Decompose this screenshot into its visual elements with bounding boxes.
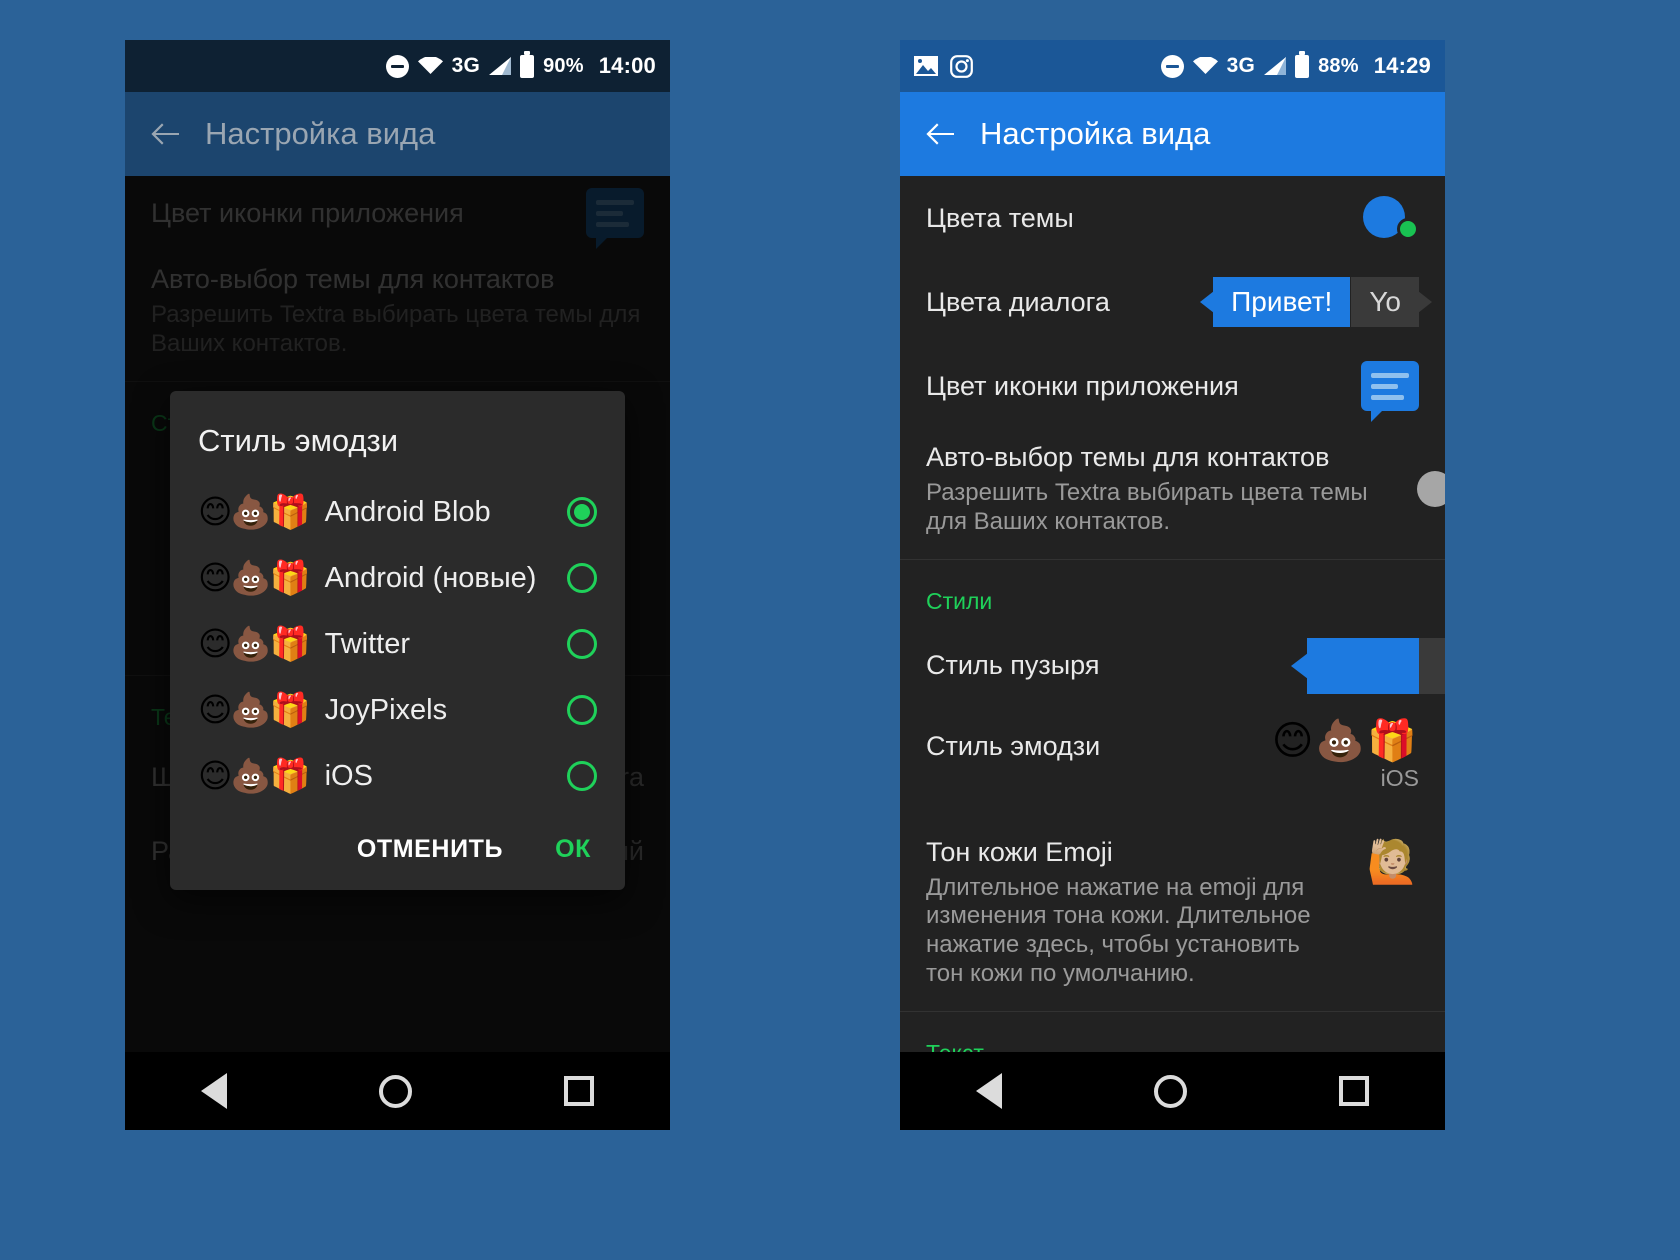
photo-icon — [914, 56, 938, 76]
page-title: Настройка вида — [980, 116, 1211, 151]
settings-list[interactable]: Цвет иконки приложения Авто-выбор темы д… — [125, 176, 670, 1052]
row-label: Цвета диалога — [926, 286, 1110, 317]
nav-back-icon[interactable] — [201, 1073, 227, 1109]
row-subtitle: Разрешить Textra выбирать цвета темы для… — [926, 479, 1368, 535]
dialog-option-android-new[interactable]: 😊💩🎁 Android (новые) — [170, 545, 625, 611]
settings-list[interactable]: Цвета темы Цвета диалога Привет! Yo Цвет… — [900, 176, 1445, 1052]
instagram-icon — [950, 54, 973, 78]
skin-tone-emoji[interactable]: 🙋🏼 — [1367, 838, 1419, 885]
divider — [900, 1010, 1445, 1012]
radio-button-selected[interactable] — [567, 497, 597, 527]
bubble-style-outgoing — [1419, 637, 1445, 694]
network-type-label: 3G — [451, 54, 481, 77]
option-label: Android Blob — [324, 495, 491, 528]
emoji-style-value: iOS — [1380, 764, 1419, 791]
radio-button[interactable] — [567, 695, 597, 725]
battery-icon — [1295, 50, 1310, 78]
row-label: Цвета темы — [926, 202, 1074, 233]
theme-color-dots[interactable] — [1363, 196, 1419, 240]
section-header-text: Текст — [900, 1018, 1445, 1052]
emoji-style-preview[interactable]: 😊💩🎁 — [1272, 721, 1419, 761]
battery-percent: 88% — [1318, 54, 1359, 77]
nav-recents-icon[interactable] — [1339, 1076, 1369, 1106]
row-label: Авто-выбор темы для контактов — [926, 442, 1330, 472]
navigation-bar — [125, 1052, 670, 1130]
app-icon-preview[interactable] — [1361, 361, 1419, 422]
outgoing-bubble: Yo — [1351, 277, 1419, 327]
back-arrow-icon[interactable] — [924, 122, 954, 146]
bubble-style-preview[interactable] — [1307, 637, 1445, 694]
back-arrow-icon[interactable] — [149, 122, 179, 146]
emoji-style-dialog: Стиль эмодзи 😊💩🎁 Android Blob 😊💩🎁 Androi… — [170, 391, 625, 890]
app-bar: Настройка вида — [900, 92, 1445, 176]
wifi-icon — [417, 56, 443, 75]
wifi-icon — [1192, 56, 1218, 75]
row-emoji-style[interactable]: Стиль эмодзи 😊💩🎁 iOS — [900, 707, 1445, 815]
cancel-button[interactable]: ОТМЕНИТЬ — [357, 835, 503, 864]
dialog-actions: ОТМЕНИТЬ ОК — [170, 809, 625, 884]
row-dialog-colors[interactable]: Цвета диалога Привет! Yo — [900, 260, 1445, 344]
dialog-option-twitter[interactable]: 😊💩🎁 Twitter — [170, 611, 625, 677]
dialog-option-android-blob[interactable]: 😊💩🎁 Android Blob — [170, 479, 625, 545]
dialog-option-joypixels[interactable]: 😊💩🎁 JoyPixels — [170, 677, 625, 743]
section-header-styles: Стили — [926, 587, 993, 614]
emoji-preview: 😊💩🎁 — [198, 625, 311, 662]
radio-button[interactable] — [567, 761, 597, 791]
signal-icon — [1264, 57, 1287, 75]
clock: 14:29 — [1373, 53, 1431, 78]
row-subtitle: Длительное нажатие на emoji для изменени… — [926, 873, 1311, 987]
battery-icon — [520, 50, 535, 78]
clock: 14:00 — [598, 53, 656, 78]
page-title: Настройка вида — [205, 116, 436, 151]
dialog-option-ios[interactable]: 😊💩🎁 iOS — [170, 743, 625, 809]
row-bubble-style[interactable]: Стиль пузыря — [900, 625, 1445, 707]
incoming-bubble: Привет! — [1213, 277, 1351, 327]
network-type-label: 3G — [1226, 54, 1256, 77]
battery-percent: 90% — [543, 54, 584, 77]
row-label: Тон кожи Emoji — [926, 836, 1113, 867]
signal-icon — [489, 57, 512, 75]
status-bar: 3G 90% 14:00 — [125, 40, 670, 92]
status-bar: 3G 88% 14:29 — [900, 40, 1445, 92]
row-theme-colors[interactable]: Цвета темы — [900, 176, 1445, 260]
emoji-preview: 😊💩🎁 — [198, 757, 311, 794]
row-label: Стиль пузыря — [926, 650, 1100, 681]
option-label: JoyPixels — [324, 693, 448, 726]
option-label: iOS — [324, 759, 373, 792]
navigation-bar — [900, 1052, 1445, 1130]
nav-home-icon[interactable] — [379, 1074, 412, 1108]
radio-button[interactable] — [567, 563, 597, 593]
option-label: Twitter — [324, 627, 410, 660]
row-label: Цвет иконки приложения — [926, 370, 1239, 401]
row-skin-tone[interactable]: Тон кожи Emoji Длительное нажатие на emo… — [900, 815, 1445, 1005]
accent-color-dot — [1397, 218, 1419, 240]
nav-recents-icon[interactable] — [564, 1076, 594, 1106]
emoji-preview: 😊💩🎁 — [198, 691, 311, 728]
option-label: Android (новые) — [324, 561, 537, 594]
divider — [900, 558, 1445, 560]
ok-button[interactable]: ОК — [555, 835, 591, 864]
row-app-icon-color[interactable]: Цвет иконки приложения — [900, 344, 1445, 428]
row-auto-theme[interactable]: Авто-выбор темы для контактов Разрешить … — [900, 428, 1445, 553]
dialog-title: Стиль эмодзи — [198, 423, 399, 458]
toggle-knob — [1417, 471, 1445, 507]
phone-screenshot-left: 3G 90% 14:00 Настройка вида Цвет иконки … — [125, 40, 670, 1130]
phone-screenshot-right: 3G 88% 14:29 Настройка вида Цвета темы Ц… — [900, 40, 1445, 1130]
dialog-color-preview[interactable]: Привет! Yo — [1213, 277, 1419, 327]
emoji-preview: 😊💩🎁 — [198, 559, 311, 596]
do-not-disturb-icon — [1160, 54, 1184, 78]
emoji-preview: 😊💩🎁 — [198, 493, 311, 530]
nav-back-icon[interactable] — [976, 1073, 1002, 1109]
row-label: Стиль эмодзи — [926, 730, 1101, 761]
nav-home-icon[interactable] — [1154, 1074, 1187, 1108]
app-bar: Настройка вида — [125, 92, 670, 176]
radio-button[interactable] — [567, 629, 597, 659]
do-not-disturb-icon — [385, 54, 409, 78]
